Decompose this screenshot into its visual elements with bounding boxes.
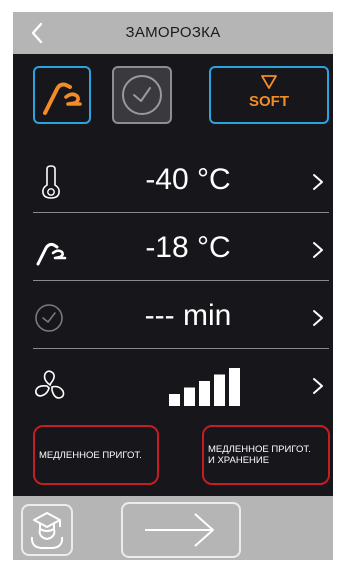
fan-speed-bar xyxy=(199,381,210,406)
divider xyxy=(33,212,329,213)
slow-cook-label: МЕДЛЕННОЕ ПРИГОТ. xyxy=(39,449,142,461)
slow-cook-hold-button[interactable]: МЕДЛЕННОЕ ПРИГОТ. И ХРАНЕНИЕ xyxy=(202,425,330,485)
fan-speed-bar xyxy=(184,387,195,406)
fan-speed-bar xyxy=(229,368,240,406)
page-title: ЗАМОРОЗКА xyxy=(125,24,221,41)
core-probe-icon xyxy=(36,242,67,266)
chevron-right-icon xyxy=(313,174,323,190)
fan-speed-bar xyxy=(214,374,225,406)
triangle-down-icon xyxy=(261,75,277,89)
next-button[interactable] xyxy=(121,502,241,558)
time-row[interactable]: --- min xyxy=(33,288,329,348)
chef-button[interactable] xyxy=(21,504,73,556)
chevron-right-icon xyxy=(313,378,323,394)
clock-icon xyxy=(122,75,162,115)
core-probe-icon xyxy=(43,82,82,115)
core-probe-mode-button[interactable] xyxy=(33,66,91,124)
time-value: --- min xyxy=(144,299,232,332)
chevron-right-icon xyxy=(313,242,323,258)
header-bar: ЗАМОРОЗКА xyxy=(13,12,333,54)
slow-cook-hold-label: МЕДЛЕННОЕ ПРИГОТ. И ХРАНЕНИЕ xyxy=(208,444,311,466)
timer-mode-button[interactable] xyxy=(112,66,172,124)
core-temperature-row[interactable]: -18 °C xyxy=(33,220,329,280)
divider xyxy=(33,348,329,349)
fan-speed-bars xyxy=(169,368,240,406)
bottom-bar xyxy=(13,496,333,560)
clock-icon xyxy=(35,304,63,332)
thermometer-icon xyxy=(42,165,60,199)
chamber-temperature-row[interactable]: -40 °C xyxy=(33,152,329,212)
core-temperature-value: -18 °C xyxy=(145,231,231,264)
soft-mode-button[interactable]: SOFT xyxy=(209,66,329,124)
chevron-right-icon xyxy=(313,310,323,326)
slow-cook-button[interactable]: МЕДЛЕННОЕ ПРИГОТ. xyxy=(33,425,159,485)
app-screen: ЗАМОРОЗКА SOFT -40 °C -18 °C --- min МЕД… xyxy=(13,12,333,560)
divider xyxy=(33,280,329,281)
fan-speed-bar xyxy=(169,394,180,406)
chef-icon xyxy=(30,512,64,549)
fan-icon xyxy=(35,370,65,399)
arrow-right-icon xyxy=(145,513,214,547)
fan-speed-row[interactable] xyxy=(33,356,329,416)
soft-label: SOFT xyxy=(249,93,289,110)
chamber-temperature-value: -40 °C xyxy=(145,163,231,196)
